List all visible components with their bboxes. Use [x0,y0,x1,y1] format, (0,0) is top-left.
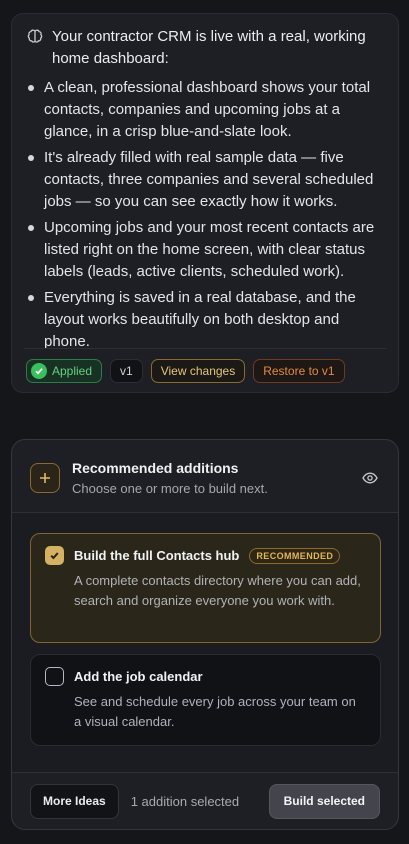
check-circle-icon [31,363,47,379]
option-description: A complete contacts directory where you … [74,573,361,608]
bullet-text: Everything is saved in a real database, … [44,289,356,350]
version-badge: v1 [110,359,143,383]
bullet-dot [28,85,34,91]
message-bullet-list: A clean, professional dashboard shows yo… [28,77,386,357]
list-item: Everything is saved in a real database, … [28,287,386,353]
list-item: A clean, professional dashboard shows yo… [28,77,386,143]
option-title: Build the full Contacts hub [74,548,240,563]
list-item: It's already filled with real sample dat… [28,147,386,213]
option-header: Add the job calendar [45,667,366,686]
checkbox-checked[interactable] [45,546,64,565]
recommended-title: Recommended additions [72,460,239,476]
recommended-subtitle: Choose one or more to build next. [72,481,268,496]
recommended-footer: More Ideas 1 addition selected Build sel… [30,783,380,819]
more-ideas-button[interactable]: More Ideas [30,783,119,819]
recommended-additions-panel: Recommended additions Choose one or more… [11,439,399,830]
bullet-dot [28,225,34,231]
message-divider [24,348,386,349]
brain-icon [27,29,43,43]
bullet-dot [28,155,34,161]
checkbox-unchecked[interactable] [45,667,64,686]
recommended-header: Recommended additions Choose one or more… [30,456,382,500]
list-item: Upcoming jobs and your most recent conta… [28,217,386,283]
bullet-text: A clean, professional dashboard shows yo… [44,79,371,140]
build-selected-button[interactable]: Build selected [268,783,380,819]
message-actions: Applied v1 View changes Restore to v1 [26,359,345,383]
applied-badge: Applied [26,359,103,383]
option-job-calendar[interactable]: Add the job calendar See and schedule ev… [30,654,381,746]
option-title: Add the job calendar [74,669,203,684]
option-contacts-hub[interactable]: Build the full Contacts hub RECOMMENDED … [30,533,381,643]
recommended-titles: Recommended additions Choose one or more… [72,458,346,498]
selection-count: 1 addition selected [130,793,240,809]
recommended-badge: RECOMMENDED [249,547,341,564]
bullet-text: Upcoming jobs and your most recent conta… [44,219,375,280]
plus-icon [30,463,60,493]
view-changes-button[interactable]: View changes [150,359,246,383]
bullet-text: It's already filled with real sample dat… [44,149,374,210]
restore-button[interactable]: Restore to v1 [253,359,345,383]
footer-divider [12,772,398,773]
eye-icon[interactable] [358,466,382,490]
bullet-dot [28,295,34,301]
option-description: See and schedule every job across your t… [74,694,356,729]
message-intro: Your contractor CRM is live with a real,… [52,28,366,67]
assistant-message-card: Your contractor CRM is live with a real,… [11,13,399,393]
applied-label: Applied [52,364,93,378]
message-header: Your contractor CRM is live with a real,… [26,26,386,70]
option-header: Build the full Contacts hub RECOMMENDED [45,546,366,565]
